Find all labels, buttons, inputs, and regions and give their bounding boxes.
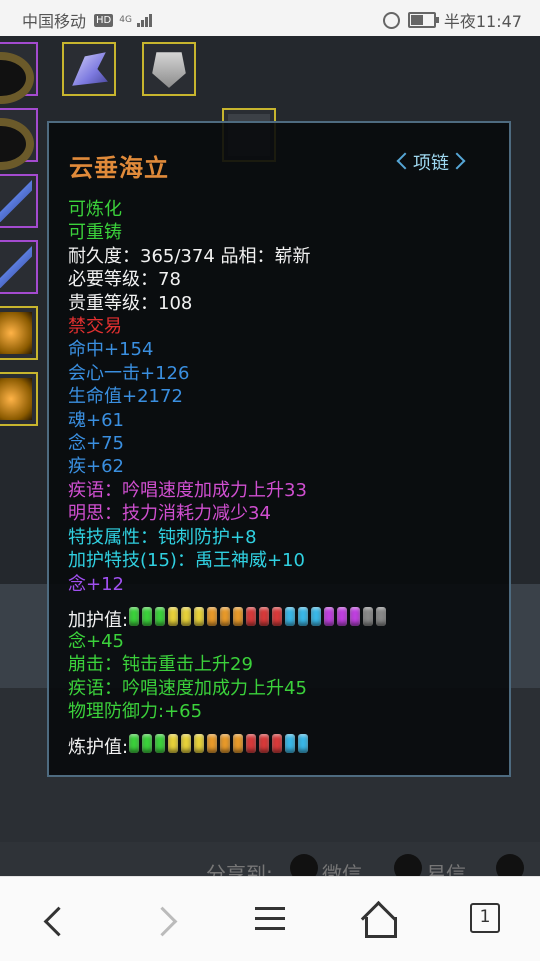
attribute-line: 疾语：吟唱速度加成力上升45 — [68, 677, 307, 699]
gauge-pip — [207, 734, 218, 753]
item-attributes: 可炼化 可重铸 耐久度：365/374 品相：崭新 必要等级：78 贵重等级：108 禁交… — [68, 198, 311, 596]
equip-slot[interactable] — [62, 42, 116, 96]
tabs-button[interactable]: 1 — [470, 903, 510, 939]
equip-slot[interactable] — [0, 174, 38, 228]
attribute-line: 贵重等级：108 — [68, 292, 193, 314]
hd-badge: HD — [94, 13, 114, 27]
gauge-pip — [272, 734, 283, 753]
browser-toolbar: 1 — [0, 876, 540, 961]
attribute-line: 念+75 — [68, 433, 124, 455]
gauge-pip — [324, 607, 335, 626]
gauge-pip — [142, 734, 153, 753]
gauge-pip — [220, 734, 231, 753]
attribute-line: 生命值+2172 — [68, 386, 183, 408]
gauge-pip — [142, 607, 153, 626]
gauge-pip — [194, 734, 205, 753]
equip-slot[interactable] — [0, 372, 38, 426]
equip-slot[interactable] — [0, 240, 38, 294]
attribute-line: 疾+62 — [68, 456, 124, 478]
attribute-line: 念+45 — [68, 631, 124, 652]
gauge-pip — [168, 734, 179, 753]
attribute-line: 可重铸 — [68, 222, 122, 244]
back-icon[interactable] — [34, 903, 74, 939]
gauge-pip — [376, 607, 387, 626]
signal-icon — [136, 13, 152, 27]
gauge-pip — [311, 607, 322, 626]
refine-gauge: 炼护值: — [68, 733, 311, 759]
gauge-pip — [259, 607, 270, 626]
gauge-pip — [246, 607, 257, 626]
gauge-pip — [155, 607, 166, 626]
item-type-badge: 项链 — [401, 151, 461, 177]
menu-icon[interactable] — [250, 903, 290, 939]
alarm-icon — [382, 11, 400, 29]
gauge-pip — [285, 734, 296, 753]
attribute-line: 命中+154 — [68, 339, 154, 361]
attribute-line: 魂+61 — [68, 409, 124, 431]
attribute-line: 加护特技(15)：禹王神威+10 — [68, 550, 305, 572]
item-name: 云垂海立 — [69, 154, 169, 182]
refine-gauge-pips — [129, 734, 311, 758]
status-bar: 中国移动 HD 4G 半夜11:47 — [0, 0, 540, 36]
equip-slot[interactable] — [0, 42, 38, 104]
gauge-pip — [233, 734, 244, 753]
share-bar: 分享到: 微信 易信 — [0, 842, 540, 886]
protect-gauge: 加护值: — [68, 606, 389, 632]
item-refine-attributes: 念+45 崩击：钝击重击上升29 疾语：吟唱速度加成力上升45 物理防御力:+65 — [68, 630, 307, 724]
gauge-pip — [129, 607, 140, 626]
attribute-line: 耐久度：365/374 品相：崭新 — [68, 245, 311, 267]
item-tooltip: 云垂海立 项链 可炼化 可重铸 耐久度：365/374 品相：崭新 必要等级：78 贵重… — [47, 121, 511, 777]
equip-slot[interactable] — [142, 42, 196, 96]
carrier-name: 中国移动 — [22, 12, 87, 31]
attribute-line: 必要等级：78 — [68, 269, 181, 291]
gauge-pip — [155, 734, 166, 753]
attribute-line: 可炼化 — [68, 199, 122, 220]
equip-slot[interactable] — [0, 108, 38, 170]
gauge-pip — [246, 734, 257, 753]
attribute-line: 会心一击+126 — [68, 362, 190, 384]
attribute-line: 特技属性：钝刺防护+8 — [68, 526, 257, 548]
gauge-pip — [220, 607, 231, 626]
gauge-pip — [363, 607, 374, 626]
gauge-pip — [194, 607, 205, 626]
gauge-pip — [207, 607, 218, 626]
attribute-line: 明思：技力消耗力减少34 — [68, 503, 271, 525]
battery-icon — [407, 12, 439, 28]
protect-gauge-pips — [129, 607, 389, 631]
attribute-line: 念+12 — [68, 573, 124, 595]
gauge-pip — [272, 607, 283, 626]
protect-gauge-label: 加护值: — [68, 610, 129, 631]
gauge-pip — [259, 734, 270, 753]
home-icon[interactable] — [358, 903, 398, 939]
gauge-pip — [285, 607, 296, 626]
gauge-pip — [168, 607, 179, 626]
refine-gauge-label: 炼护值: — [68, 737, 129, 758]
forward-icon[interactable] — [146, 903, 186, 939]
attribute-line: 疾语：吟唱速度加成力上升33 — [68, 479, 307, 501]
clock: 半夜11:47 — [443, 12, 522, 31]
attribute-line: 物理防御力:+65 — [68, 701, 203, 723]
gauge-pip — [129, 734, 140, 753]
gauge-pip — [233, 607, 244, 626]
tab-count: 1 — [470, 903, 500, 933]
attribute-line: 崩击：钝击重击上升29 — [68, 654, 253, 676]
attribute-line: 禁交易 — [68, 316, 122, 338]
gauge-pip — [181, 734, 192, 753]
gauge-pip — [298, 607, 309, 626]
gauge-pip — [298, 734, 309, 753]
gauge-pip — [181, 607, 192, 626]
network-type: 4G — [119, 15, 132, 25]
gauge-pip — [337, 607, 348, 626]
gauge-pip — [350, 607, 361, 626]
equip-slot[interactable] — [0, 306, 38, 360]
